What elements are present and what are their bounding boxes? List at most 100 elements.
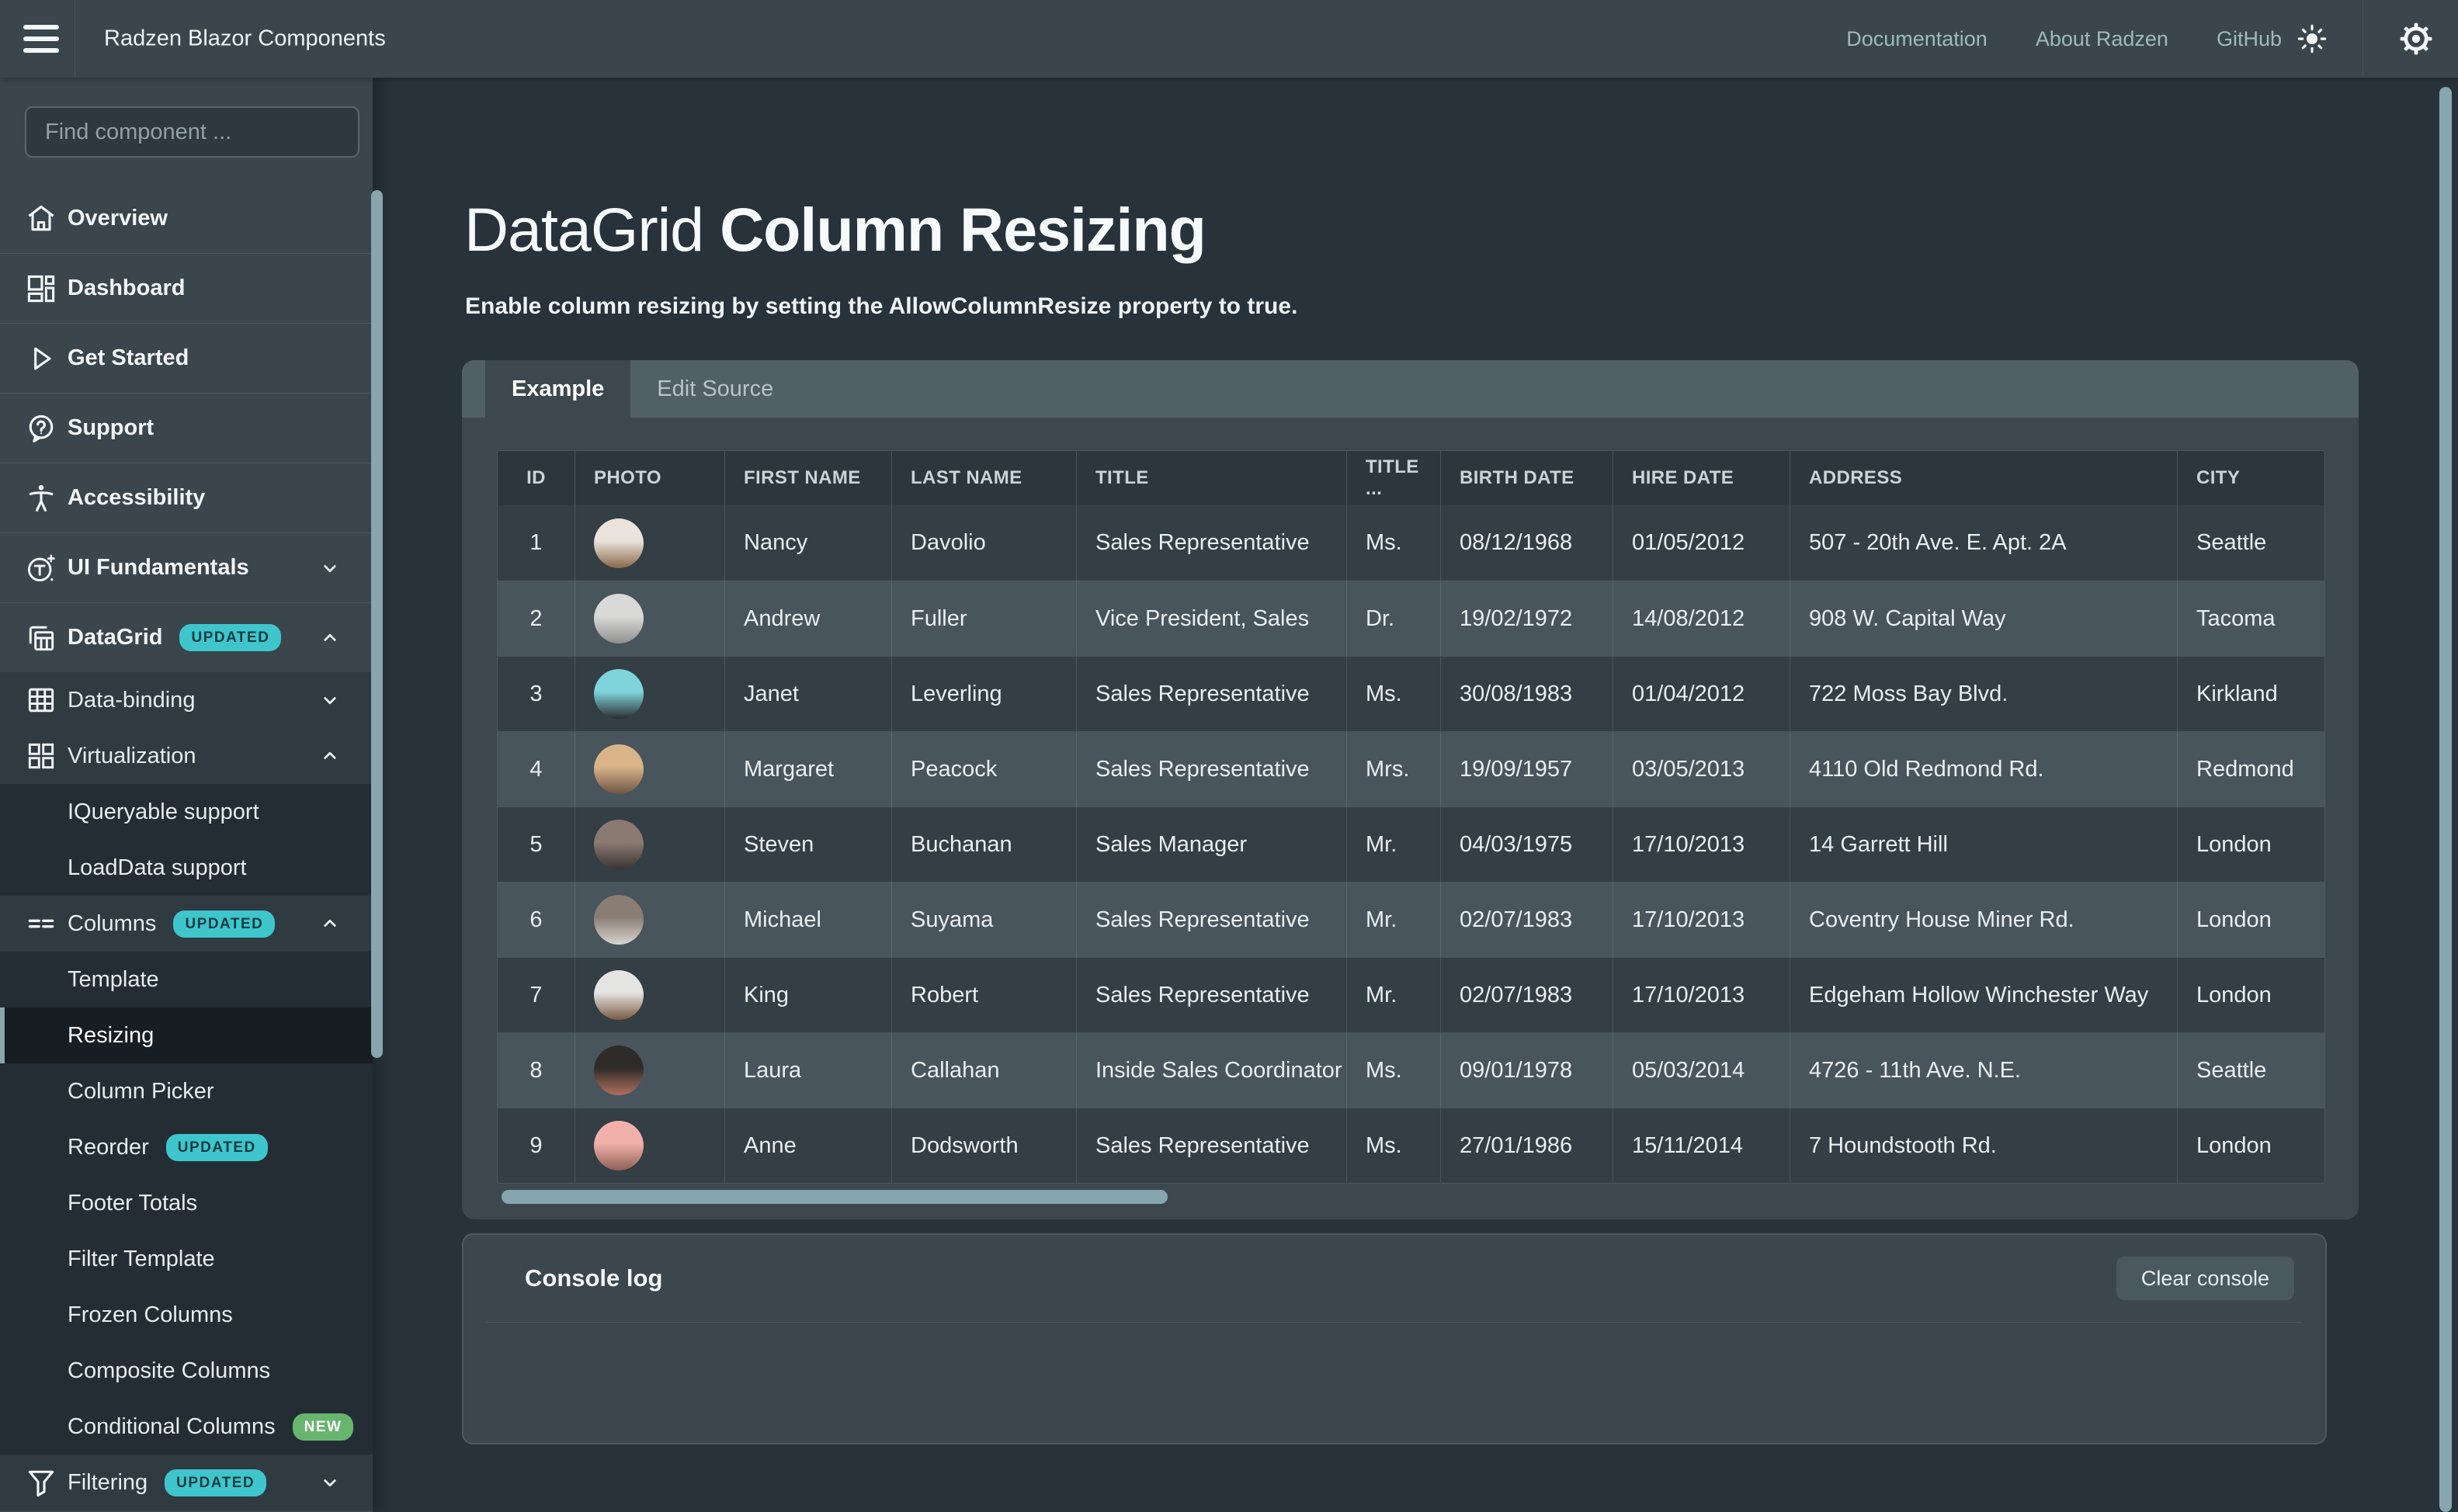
clear-console-button[interactable]: Clear console <box>2116 1257 2294 1300</box>
sidebar-item-filtering[interactable]: Filtering UPDATED <box>0 1455 373 1510</box>
cell-first-name: Laura <box>725 1033 892 1108</box>
app-window: Radzen Blazor Components Documentation A… <box>0 0 2458 1512</box>
cell-hire-date: 15/11/2014 <box>1613 1108 1790 1183</box>
settings-button[interactable] <box>2397 20 2435 57</box>
cell-address: 908 W. Capital Way <box>1790 581 2178 656</box>
nav-link-documentation[interactable]: Documentation <box>1846 27 1988 51</box>
sidebar-item-template[interactable]: Template <box>0 952 373 1007</box>
sidebar-item-virtualization[interactable]: Virtualization <box>0 728 373 784</box>
home-icon <box>23 200 59 236</box>
column-header-title-of-courtesy[interactable]: TITLE ... <box>1347 451 1441 505</box>
cell-last-name: Leverling <box>892 657 1077 731</box>
column-header-id[interactable]: ID <box>498 451 575 505</box>
cell-last-name: Callahan <box>892 1033 1077 1108</box>
sidebar-item-conditional-columns[interactable]: Conditional Columns NEW <box>0 1399 373 1455</box>
page-title-bold: Column Resizing <box>720 195 1206 264</box>
sidebar-item-resizing[interactable]: Resizing <box>0 1007 373 1063</box>
search-input[interactable] <box>25 106 359 158</box>
sidebar-item-label: Overview <box>68 205 168 231</box>
cell-birth-date: 30/08/1983 <box>1441 657 1613 731</box>
cell-birth-date: 19/02/1972 <box>1441 581 1613 656</box>
sidebar-item-footer-totals[interactable]: Footer Totals <box>0 1175 373 1231</box>
theme-toggle-button[interactable] <box>2296 23 2328 55</box>
cell-birth-date: 19/09/1957 <box>1441 732 1613 806</box>
sidebar-item-ui-fundamentals[interactable]: UI Fundamentals <box>0 532 373 602</box>
cell-first-name: Nancy <box>725 505 892 581</box>
table-horizontal-scrollbar[interactable] <box>497 1190 2325 1204</box>
column-header-birth-date[interactable]: BIRTH DATE <box>1441 451 1613 505</box>
sidebar-item-data-binding[interactable]: Data-binding <box>0 672 373 728</box>
cell-title-of-courtesy: Dr. <box>1347 581 1441 656</box>
table-icon <box>23 682 59 718</box>
sidebar-item-support[interactable]: Support <box>0 393 373 463</box>
column-header-title[interactable]: TITLE <box>1077 451 1347 505</box>
cell-address: Coventry House Miner Rd. <box>1790 883 2178 957</box>
table-row[interactable]: 2 Andrew Fuller Vice President, Sales Dr… <box>498 581 2324 656</box>
sidebar-item-get-started[interactable]: Get Started <box>0 323 373 393</box>
sidebar-item-column-picker[interactable]: Column Picker <box>0 1063 373 1119</box>
cell-city: Seattle <box>2196 530 2267 555</box>
avatar <box>594 1121 644 1170</box>
cell-id: 2 <box>498 581 575 656</box>
cell-hire-date: 01/04/2012 <box>1613 657 1790 731</box>
column-header-photo[interactable]: PHOTO <box>575 451 725 505</box>
sidebar-item-iqueryable-support[interactable]: IQueryable support <box>0 784 373 840</box>
table-row[interactable]: 4 Margaret Peacock Sales Representative … <box>498 731 2324 806</box>
table-row[interactable]: 7 King Robert Sales Representative Mr. 0… <box>498 957 2324 1032</box>
sidebar-item-frozen-columns[interactable]: Frozen Columns <box>0 1287 373 1343</box>
sidebar-scrollbar[interactable] <box>371 190 383 1058</box>
cell-address: 4110 Old Redmond Rd. <box>1790 732 2178 806</box>
console-log-output <box>463 1323 2325 1439</box>
typography-icon <box>23 550 59 586</box>
cell-id: 8 <box>498 1033 575 1108</box>
cell-last-name: Suyama <box>892 883 1077 957</box>
page-scrollbar[interactable] <box>2439 87 2452 1512</box>
sidebar-item-loaddata-support[interactable]: LoadData support <box>0 840 373 896</box>
cell-birth-date: 02/07/1983 <box>1441 883 1613 957</box>
sidebar-item-datagrid[interactable]: DataGrid UPDATED <box>0 602 373 672</box>
table-row[interactable]: 1 Nancy Davolio Sales Representative Ms.… <box>498 505 2324 581</box>
sidebar-item-dashboard[interactable]: Dashboard <box>0 253 373 323</box>
table-row[interactable]: 9 Anne Dodsworth Sales Representative Ms… <box>498 1108 2324 1183</box>
sidebar-item-label: Support <box>68 415 154 440</box>
app-title: Radzen Blazor Components <box>104 26 386 51</box>
updated-badge: UPDATED <box>179 624 282 651</box>
table-row[interactable]: 5 Steven Buchanan Sales Manager Mr. 04/0… <box>498 806 2324 882</box>
tab-edit-source[interactable]: Edit Source <box>630 360 800 418</box>
cell-id: 3 <box>498 657 575 731</box>
sidebar-item-label: Footer Totals <box>68 1190 198 1215</box>
column-header-hire-date[interactable]: HIRE DATE <box>1613 451 1790 505</box>
column-header-city[interactable]: CITY <box>2178 451 2324 505</box>
table-row[interactable]: 8 Laura Callahan Inside Sales Coordinato… <box>498 1032 2324 1108</box>
column-header-first-name[interactable]: FIRST NAME <box>725 451 892 505</box>
sidebar-item-label: Data-binding <box>68 687 196 713</box>
sun-icon <box>2296 23 2328 55</box>
sidebar-item-label: Dashboard <box>68 276 186 300</box>
sidebar-item-label: Reorder <box>68 1134 149 1160</box>
hamburger-menu-button[interactable] <box>23 25 59 53</box>
tab-strip: Example Edit Source <box>462 360 2359 418</box>
sidebar-item-overview[interactable]: Overview <box>0 183 373 253</box>
column-header-address[interactable]: ADDRESS <box>1790 451 2178 505</box>
sidebar-item-accessibility[interactable]: Accessibility <box>0 463 373 532</box>
sidebar-item-reorder[interactable]: Reorder UPDATED <box>0 1119 373 1175</box>
table-row[interactable]: 6 Michael Suyama Sales Representative Mr… <box>498 882 2324 957</box>
sidebar-item-filter-template[interactable]: Filter Template <box>0 1231 373 1287</box>
cell-title: Sales Representative <box>1077 958 1347 1032</box>
gear-icon <box>2397 20 2435 57</box>
cell-photo <box>575 732 725 806</box>
tab-example[interactable]: Example <box>485 360 631 418</box>
cell-photo <box>575 1108 725 1183</box>
grid-icon <box>23 738 59 774</box>
cell-first-name: Margaret <box>725 732 892 806</box>
sidebar-item-columns[interactable]: Columns UPDATED <box>0 896 373 952</box>
example-panel: ID PHOTO FIRST NAME LAST NAME TITLE TITL… <box>462 418 2359 1219</box>
cell-photo <box>575 657 725 731</box>
sidebar-item-composite-columns[interactable]: Composite Columns <box>0 1343 373 1399</box>
nav-link-github[interactable]: GitHub <box>2217 27 2282 51</box>
nav-link-about-radzen[interactable]: About Radzen <box>2036 27 2168 51</box>
table-row[interactable]: 3 Janet Leverling Sales Representative M… <box>498 656 2324 731</box>
sidebar-item-label: Filter Template <box>68 1246 215 1271</box>
horizontal-scrollbar-thumb[interactable] <box>502 1190 1168 1204</box>
column-header-last-name[interactable]: LAST NAME <box>892 451 1077 505</box>
